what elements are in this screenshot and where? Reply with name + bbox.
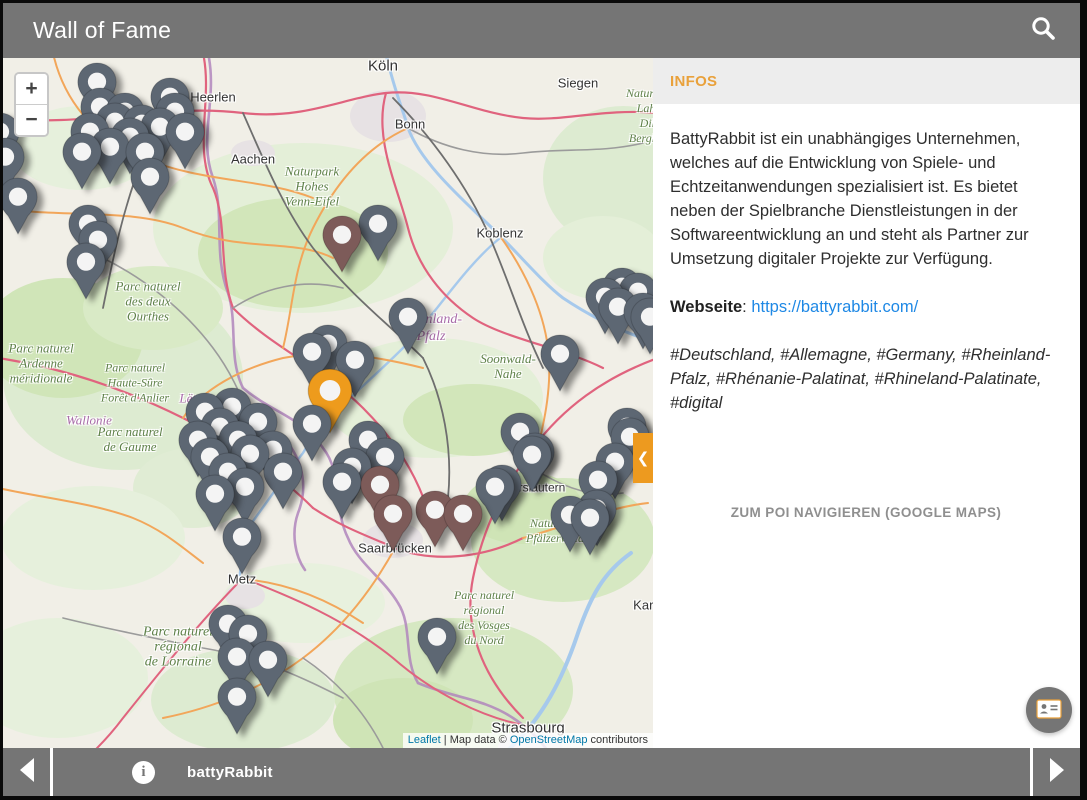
search-icon [1029, 14, 1057, 47]
arrow-right-icon [1048, 757, 1066, 788]
map-marker-gray[interactable] [415, 617, 459, 680]
website-link[interactable]: https://battyrabbit.com/ [751, 298, 918, 316]
map-marker-gray[interactable] [261, 452, 305, 515]
current-poi-name: battyRabbit [187, 764, 273, 781]
chevron-left-icon: ❮ [637, 449, 650, 467]
map-marker-gray[interactable] [386, 297, 430, 360]
info-panel-body: BattyRabbit ist ein unabhängiges Unterne… [653, 104, 1080, 525]
panel-collapse-tab[interactable]: ❮ [633, 433, 653, 483]
zoom-in-button[interactable]: + [16, 74, 47, 105]
info-panel: INFOS BattyRabbit ist ein unabhängiges U… [653, 58, 1080, 748]
bottom-bar: i battyRabbit [3, 748, 1080, 796]
attribution-separator: | [441, 734, 450, 746]
info-panel-header: INFOS [653, 58, 1080, 104]
map-marker-gray[interactable] [60, 132, 104, 195]
app-frame: Wall of Fame [3, 3, 1080, 796]
zoom-out-button[interactable]: − [16, 105, 47, 135]
website-label: Webseite [670, 298, 742, 316]
page-title: Wall of Fame [33, 17, 171, 44]
map-marker-gray[interactable] [628, 297, 653, 360]
map-marker-gray[interactable] [3, 177, 40, 240]
navigate-to-poi-button[interactable]: ZUM POI NAVIGIEREN (GOOGLE MAPS) [670, 501, 1062, 525]
current-poi-zone[interactable]: i battyRabbit [53, 748, 1030, 796]
poi-description: BattyRabbit ist ein unabhängiges Unterne… [670, 127, 1062, 271]
map-zoom-control: + − [14, 72, 49, 137]
map-attribution: Leaflet | Map data © OpenStreetMap contr… [403, 733, 653, 748]
app-header: Wall of Fame [3, 3, 1080, 58]
map-marker-gray[interactable] [538, 334, 582, 397]
contact-card-icon [1036, 698, 1062, 723]
arrow-left-icon [18, 757, 36, 788]
map-marker-gray[interactable] [568, 498, 612, 561]
map-marker-brown[interactable] [371, 494, 415, 557]
contact-card-button[interactable] [1026, 687, 1072, 733]
map-marker-brown[interactable] [320, 215, 364, 278]
website-separator: : [742, 298, 751, 316]
attribution-suffix: contributors [587, 734, 648, 746]
website-line: Webseite: https://battyrabbit.com/ [670, 295, 1062, 319]
map-markers-layer [3, 58, 653, 748]
map-marker-gray[interactable] [128, 157, 172, 220]
map-container[interactable]: KölnBonnHeerlenAachenSiegenKoblenzKaiser… [3, 58, 653, 748]
leaflet-link[interactable]: Leaflet [408, 734, 441, 746]
search-button[interactable] [1026, 14, 1060, 48]
info-icon: i [132, 761, 155, 784]
map-marker-brown[interactable] [441, 494, 485, 557]
info-panel-title: INFOS [670, 73, 717, 90]
map-marker-gray[interactable] [220, 517, 264, 580]
map-marker-gray[interactable] [64, 242, 108, 305]
attribution-prefix: Map data © [450, 734, 510, 746]
map-marker-gray[interactable] [215, 677, 259, 740]
prev-poi-button[interactable] [3, 748, 50, 796]
poi-hashtags: #Deutschland, #Allemagne, #Germany, #Rhe… [670, 343, 1062, 415]
next-poi-button[interactable] [1033, 748, 1080, 796]
osm-link[interactable]: OpenStreetMap [510, 734, 588, 746]
